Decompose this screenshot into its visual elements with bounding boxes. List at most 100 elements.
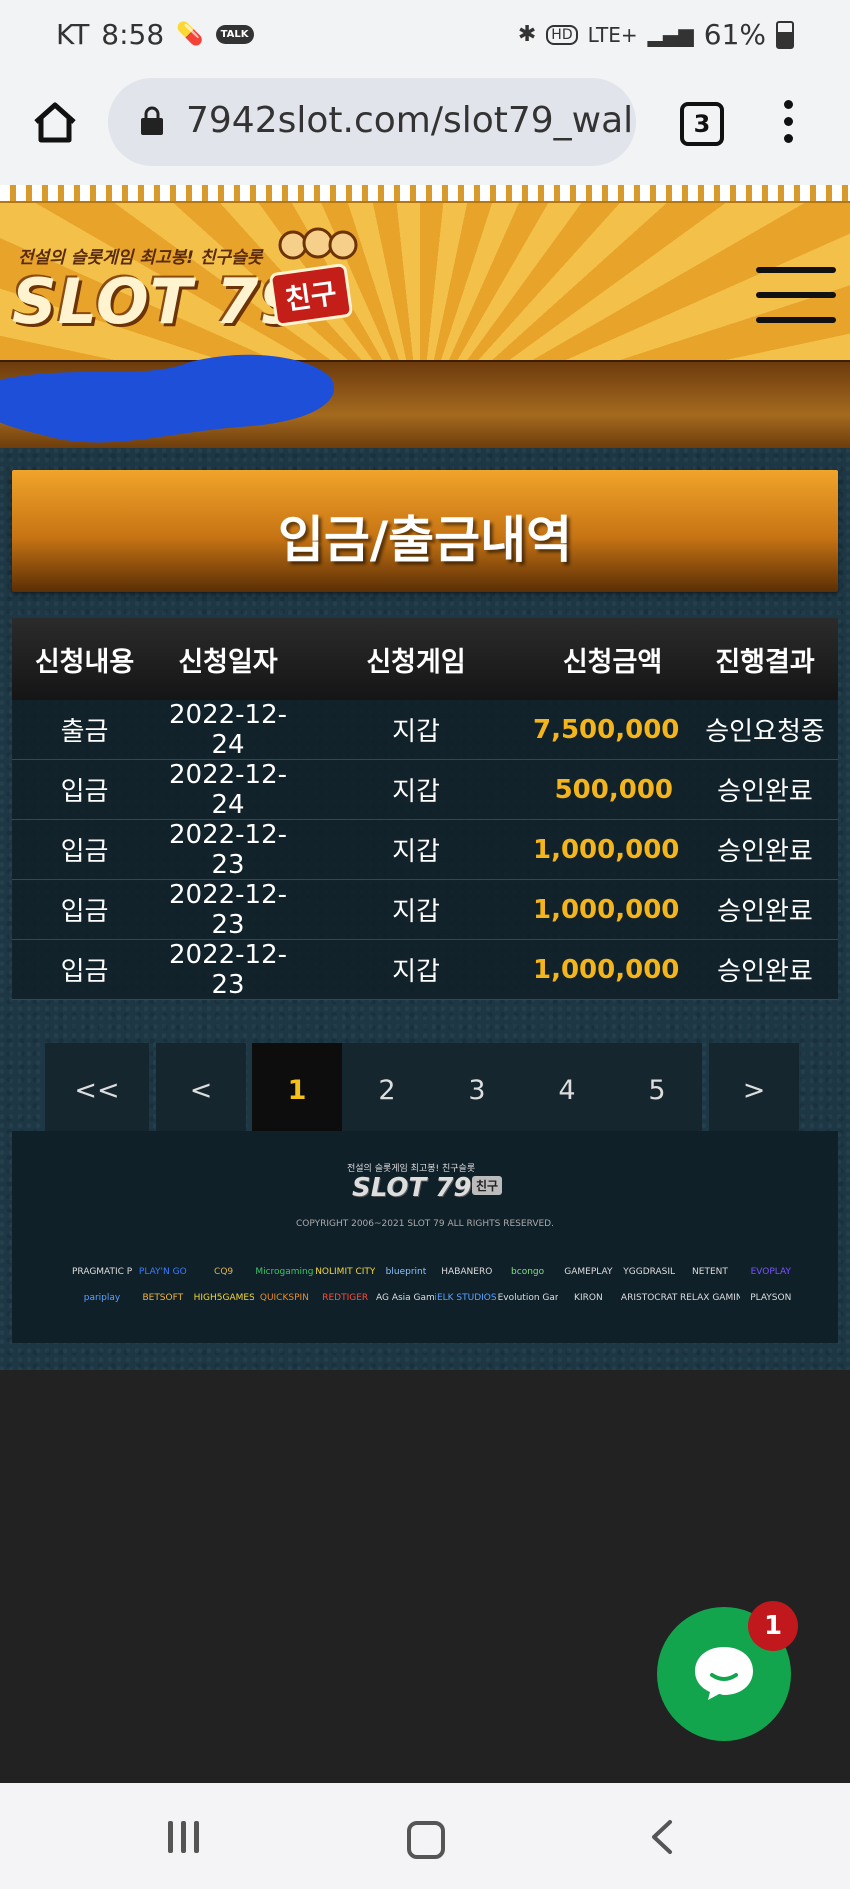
provider-logo: PLAY'N GO	[138, 1267, 187, 1277]
date-cell: 2022-12-24	[168, 759, 287, 820]
carrier-label: KT	[56, 18, 90, 51]
page-button[interactable]: 5	[612, 1043, 702, 1139]
status-bar-left: KT 8:58 💊 TALK	[56, 18, 254, 51]
site-footer: 전설의 슬롯게임 최고봉! 친구슬롯 SLOT 79 친구 COPYRIGHT …	[12, 1131, 838, 1343]
provider-logo: PLAYSON	[750, 1293, 792, 1303]
provider-logos: PRAGMATIC PLAY PLAY'N GO CQ9 Microgaming…	[72, 1259, 802, 1311]
transaction-table: 신청내용 신청일자 신청게임 신청금액 진행결과 출금 2022-12-24 지…	[12, 618, 838, 1000]
page-title: 입금/출금내역	[277, 511, 573, 569]
browser-menu-icon[interactable]	[778, 100, 798, 146]
table-row: 입금 2022-12-23 지갑 1,000,000 승인완료	[12, 880, 838, 940]
status-bar-right: ✱ HD LTE+ ▂▄▆ 61%	[518, 18, 794, 51]
redaction-scribble	[0, 354, 335, 443]
status-cell: 승인완료	[717, 897, 813, 927]
hamburger-menu-icon[interactable]	[756, 267, 836, 323]
provider-logo: NETENT	[692, 1267, 728, 1277]
back-icon[interactable]	[650, 1819, 674, 1855]
game-cell: 지갑	[392, 837, 440, 867]
status-cell: 승인요청중	[705, 717, 825, 747]
site-header: 전설의 슬롯게임 최고봉! 친구슬롯 SLOT 79 친구	[0, 185, 850, 360]
status-bar: KT 8:58 💊 TALK ✱ HD LTE+ ▂▄▆ 61%	[0, 0, 850, 70]
system-nav-bar	[0, 1783, 850, 1889]
provider-logo: HIGH5GAMES	[193, 1293, 254, 1303]
battery-icon	[776, 20, 794, 49]
tab-switcher-button[interactable]: 3	[680, 102, 724, 146]
provider-logo: GAMEPLAY	[564, 1267, 613, 1277]
network-type-label: LTE+	[587, 22, 638, 47]
battery-percent: 61%	[703, 18, 766, 51]
date-cell: 2022-12-24	[168, 699, 287, 760]
browser-toolbar: 7942slot.com/slot79_wallet 3	[0, 70, 850, 185]
provider-logo: AG Asia Gaming	[375, 1293, 436, 1303]
game-cell: 지갑	[392, 957, 440, 987]
game-cell: 지갑	[392, 717, 440, 747]
game-cell: 지갑	[392, 897, 440, 927]
site-logo[interactable]: SLOT 79	[12, 265, 304, 338]
provider-logo: KIRON	[574, 1293, 603, 1303]
hd-voice-icon: HD	[546, 24, 578, 45]
provider-logo: NOLIMIT CITY	[315, 1267, 376, 1277]
status-cell: 승인완료	[717, 837, 813, 867]
table-row: 출금 2022-12-24 지갑 7,500,000 승인요청중	[12, 700, 838, 760]
next-page-button[interactable]: >	[709, 1043, 799, 1139]
status-cell: 승인완료	[717, 957, 813, 987]
provider-logo: PRAGMATIC PLAY	[72, 1267, 132, 1277]
date-cell: 2022-12-23	[168, 939, 287, 1000]
provider-logo: RELAX GAMING	[679, 1293, 740, 1303]
chat-bubble-icon	[695, 1647, 753, 1700]
type-cell: 입금	[60, 837, 109, 867]
url-text[interactable]: 7942slot.com/slot79_wallet	[186, 100, 636, 141]
page-button[interactable]: 2	[342, 1043, 432, 1139]
provider-logo: YGGDRASIL	[623, 1267, 676, 1277]
type-cell: 입금	[60, 897, 109, 927]
provider-logo: CQ9	[214, 1267, 234, 1277]
page-button-current[interactable]: 1	[252, 1043, 342, 1139]
pagination: << < 1 2 3 4 5 >	[45, 1043, 805, 1139]
clock-time: 8:58	[101, 18, 165, 51]
chat-unread-badge: 1	[748, 1601, 798, 1651]
status-cell: 승인완료	[717, 777, 813, 807]
first-page-button[interactable]: <<	[45, 1043, 149, 1139]
kakaotalk-icon: TALK	[215, 25, 254, 44]
page-button[interactable]: 3	[432, 1043, 522, 1139]
provider-logo: Microgaming	[255, 1267, 314, 1277]
home-icon[interactable]	[30, 98, 80, 148]
signal-icon: ▂▄▆	[647, 22, 694, 47]
marquee-lights	[0, 185, 850, 203]
column-header: 신청내용	[34, 646, 135, 678]
table-header: 신청내용 신청일자 신청게임 신청금액 진행결과	[12, 618, 838, 700]
url-bar[interactable]: 7942slot.com/slot79_wallet	[108, 78, 636, 166]
bluetooth-icon: ✱	[517, 22, 537, 47]
column-header: 신청금액	[562, 646, 663, 678]
title-banner: 입금/출금내역	[12, 470, 838, 592]
table-row: 입금 2022-12-23 지갑 1,000,000 승인완료	[12, 820, 838, 880]
column-header: 진행결과	[715, 646, 815, 678]
recents-icon[interactable]	[168, 1821, 208, 1855]
provider-logo: blueprint	[385, 1267, 427, 1277]
amount-cell: 7,500,000	[533, 714, 680, 745]
prev-page-button[interactable]: <	[156, 1043, 246, 1139]
column-header: 신청게임	[366, 646, 466, 678]
table-row: 입금 2022-12-23 지갑 1,000,000 승인완료	[12, 940, 838, 1000]
pill-icon: 💊	[176, 22, 204, 47]
provider-logo: BETSOFT	[142, 1293, 184, 1303]
table-row: 입금 2022-12-24 지갑 500,000 승인완료	[12, 760, 838, 820]
footer-logo-badge: 친구	[472, 1176, 503, 1195]
provider-logo: HABANERO	[441, 1267, 493, 1277]
copyright-text: COPYRIGHT 2006~2021 SLOT 79 ALL RIGHTS R…	[296, 1219, 554, 1229]
provider-logo: ARISTOCRAT	[620, 1293, 678, 1303]
main-content: 입금/출금내역 신청내용 신청일자 신청게임 신청금액 진행결과 출금 2022…	[0, 448, 850, 1370]
provider-logo: Evolution Gaming	[497, 1293, 558, 1303]
date-cell: 2022-12-23	[168, 819, 287, 880]
lock-icon	[140, 106, 164, 136]
game-cell: 지갑	[392, 777, 440, 807]
amount-cell: 1,000,000	[533, 834, 680, 865]
amount-cell: 1,000,000	[533, 954, 680, 985]
home-nav-icon[interactable]	[407, 1821, 445, 1859]
provider-logo: pariplay	[83, 1293, 121, 1303]
page-button[interactable]: 4	[522, 1043, 612, 1139]
provider-logo: EVOPLAY	[750, 1267, 791, 1277]
provider-logo: ELK STUDIOS	[436, 1293, 497, 1303]
logo-badge: 친구	[268, 262, 353, 328]
provider-logo: QUICKSPIN	[259, 1293, 309, 1303]
